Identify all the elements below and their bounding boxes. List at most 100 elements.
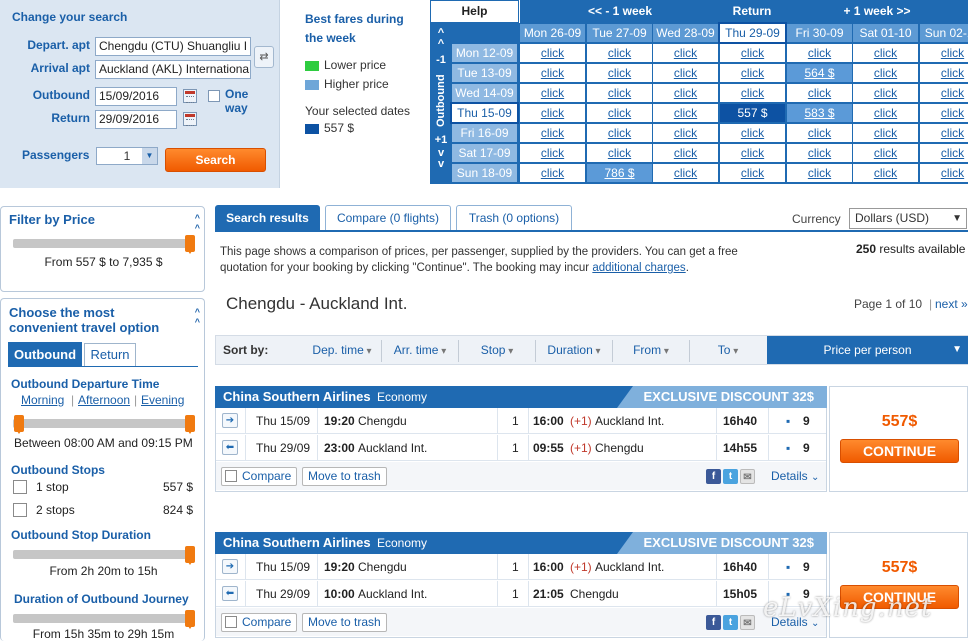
evening-link[interactable]: Evening [141,393,184,407]
return-date-header[interactable]: Sun 02-10 [920,24,968,42]
fare-cell[interactable]: click [920,64,968,82]
departure-slider-track[interactable] [13,419,193,428]
fare-cell[interactable]: click [520,84,585,102]
departure-slider-min-handle[interactable] [14,415,24,434]
fare-cell[interactable]: click [653,144,718,162]
return-date-header[interactable]: Sat 01-10 [853,24,918,42]
fare-cell[interactable]: click [520,124,585,142]
journey-duration-handle[interactable] [185,610,195,629]
move-to-trash-button[interactable]: Move to trash [302,467,387,486]
return-date-header[interactable]: Fri 30-09 [787,24,852,42]
fare-cell[interactable]: click [587,44,652,62]
facebook-icon[interactable]: f [706,615,721,630]
fare-cell[interactable]: click [920,124,968,142]
fare-cell[interactable]: click [920,84,968,102]
move-to-trash-button[interactable]: Move to trash [302,613,387,632]
one-way-checkbox[interactable] [208,90,220,102]
fare-cell[interactable]: 557 $ [720,104,785,122]
calendar-icon[interactable] [183,112,197,126]
fare-cell[interactable]: click [920,144,968,162]
fare-cell[interactable]: click [520,144,585,162]
arrival-airport-input[interactable]: Auckland (AKL) Internationa [95,60,251,79]
fare-cell[interactable]: click [653,64,718,82]
sort-price-per-person[interactable]: Price per person ▼ [767,336,968,364]
twitter-icon[interactable]: t [723,615,738,630]
fare-cell[interactable]: click [853,144,918,162]
return-date-header[interactable]: Mon 26-09 [520,24,585,42]
next-week-link[interactable]: + 1 week >> [786,1,968,22]
fare-cell[interactable]: click [520,164,585,182]
down-down-icon[interactable]: vv [432,148,450,170]
sort-dep-time[interactable]: Dep. time [302,336,382,364]
calendar-icon[interactable] [183,89,197,103]
fare-cell[interactable]: click [587,84,652,102]
fare-cell[interactable]: click [920,164,968,182]
fare-cell[interactable]: click [587,104,652,122]
price-slider-handle[interactable] [185,235,195,254]
stop-duration-track[interactable] [13,550,193,559]
price-slider-track[interactable] [13,239,193,248]
outbound-date-row-header[interactable]: Thu 15-09 [450,102,519,124]
search-button[interactable]: Search [165,148,266,172]
collapse-icon[interactable]: ^ ^ [195,307,200,327]
fare-cell[interactable]: click [787,144,852,162]
fare-cell[interactable]: click [520,44,585,62]
outbound-date-row-header[interactable]: Fri 16-09 [452,124,517,142]
additional-charges-link[interactable]: additional charges [592,262,685,274]
tab-compare[interactable]: Compare (0 flights) [325,205,451,231]
sort-arr-time[interactable]: Arr. time [382,336,458,364]
fare-cell[interactable]: 583 $ [787,104,852,122]
outbound-date-row-header[interactable]: Mon 12-09 [452,44,517,62]
swap-airports-button[interactable]: ⇄ [254,46,274,68]
fare-cell[interactable]: click [720,64,785,82]
return-date-header[interactable]: Wed 28-09 [653,24,718,42]
sort-from[interactable]: From [613,336,689,364]
fare-cell[interactable]: click [720,84,785,102]
fare-cell[interactable]: click [653,84,718,102]
fare-cell[interactable]: click [720,124,785,142]
fare-cell[interactable]: click [653,124,718,142]
up-up-icon[interactable]: ^ ^ [432,28,450,50]
outbound-date-row-header[interactable]: Wed 14-09 [452,84,517,102]
fare-cell[interactable]: click [853,104,918,122]
fare-cell[interactable]: click [520,104,585,122]
fare-cell[interactable]: click [920,104,968,122]
fare-cell[interactable]: click [787,44,852,62]
help-link[interactable]: Help [431,1,518,22]
fare-cell[interactable]: click [853,124,918,142]
facebook-icon[interactable]: f [706,469,721,484]
return-date-header[interactable]: Tue 27-09 [587,24,652,42]
stop2-checkbox[interactable] [13,503,27,517]
currency-select[interactable]: Dollars (USD) ▼ [849,208,967,229]
stop-duration-handle[interactable] [185,546,195,565]
sort-duration[interactable]: Duration [536,336,612,364]
fare-cell[interactable]: click [720,44,785,62]
fare-cell[interactable]: click [853,64,918,82]
compare-button[interactable]: Compare [221,613,298,632]
next-page-link[interactable]: next » [935,297,968,311]
compare-checkbox[interactable] [225,470,237,482]
fare-cell[interactable]: click [853,44,918,62]
stop1-checkbox[interactable] [13,480,27,494]
fare-cell[interactable]: click [787,164,852,182]
passengers-select[interactable]: 1 ▼ [96,147,158,165]
return-date-header[interactable]: Thu 29-09 [718,22,787,44]
prev-week-link[interactable]: << - 1 week [521,1,719,22]
sort-stop[interactable]: Stop [459,336,535,364]
afternoon-link[interactable]: Afternoon [78,393,130,407]
outbound-date-row-header[interactable]: Sun 18-09 [452,164,517,182]
outbound-date-row-header[interactable]: Tue 13-09 [452,64,517,82]
morning-link[interactable]: Morning [21,393,64,407]
fare-cell[interactable]: click [720,144,785,162]
fare-cell[interactable]: 564 $ [787,64,852,82]
continue-button[interactable]: CONTINUE [840,439,959,463]
fare-cell[interactable]: click [787,84,852,102]
email-icon[interactable]: ✉ [740,615,755,630]
journey-duration-track[interactable] [13,614,193,623]
tab-return[interactable]: Return [84,343,136,367]
email-icon[interactable]: ✉ [740,469,755,484]
minus-week-link[interactable]: -1 [432,54,450,66]
fare-cell[interactable]: click [587,124,652,142]
sort-to[interactable]: To [690,336,766,364]
fare-cell[interactable]: click [520,64,585,82]
